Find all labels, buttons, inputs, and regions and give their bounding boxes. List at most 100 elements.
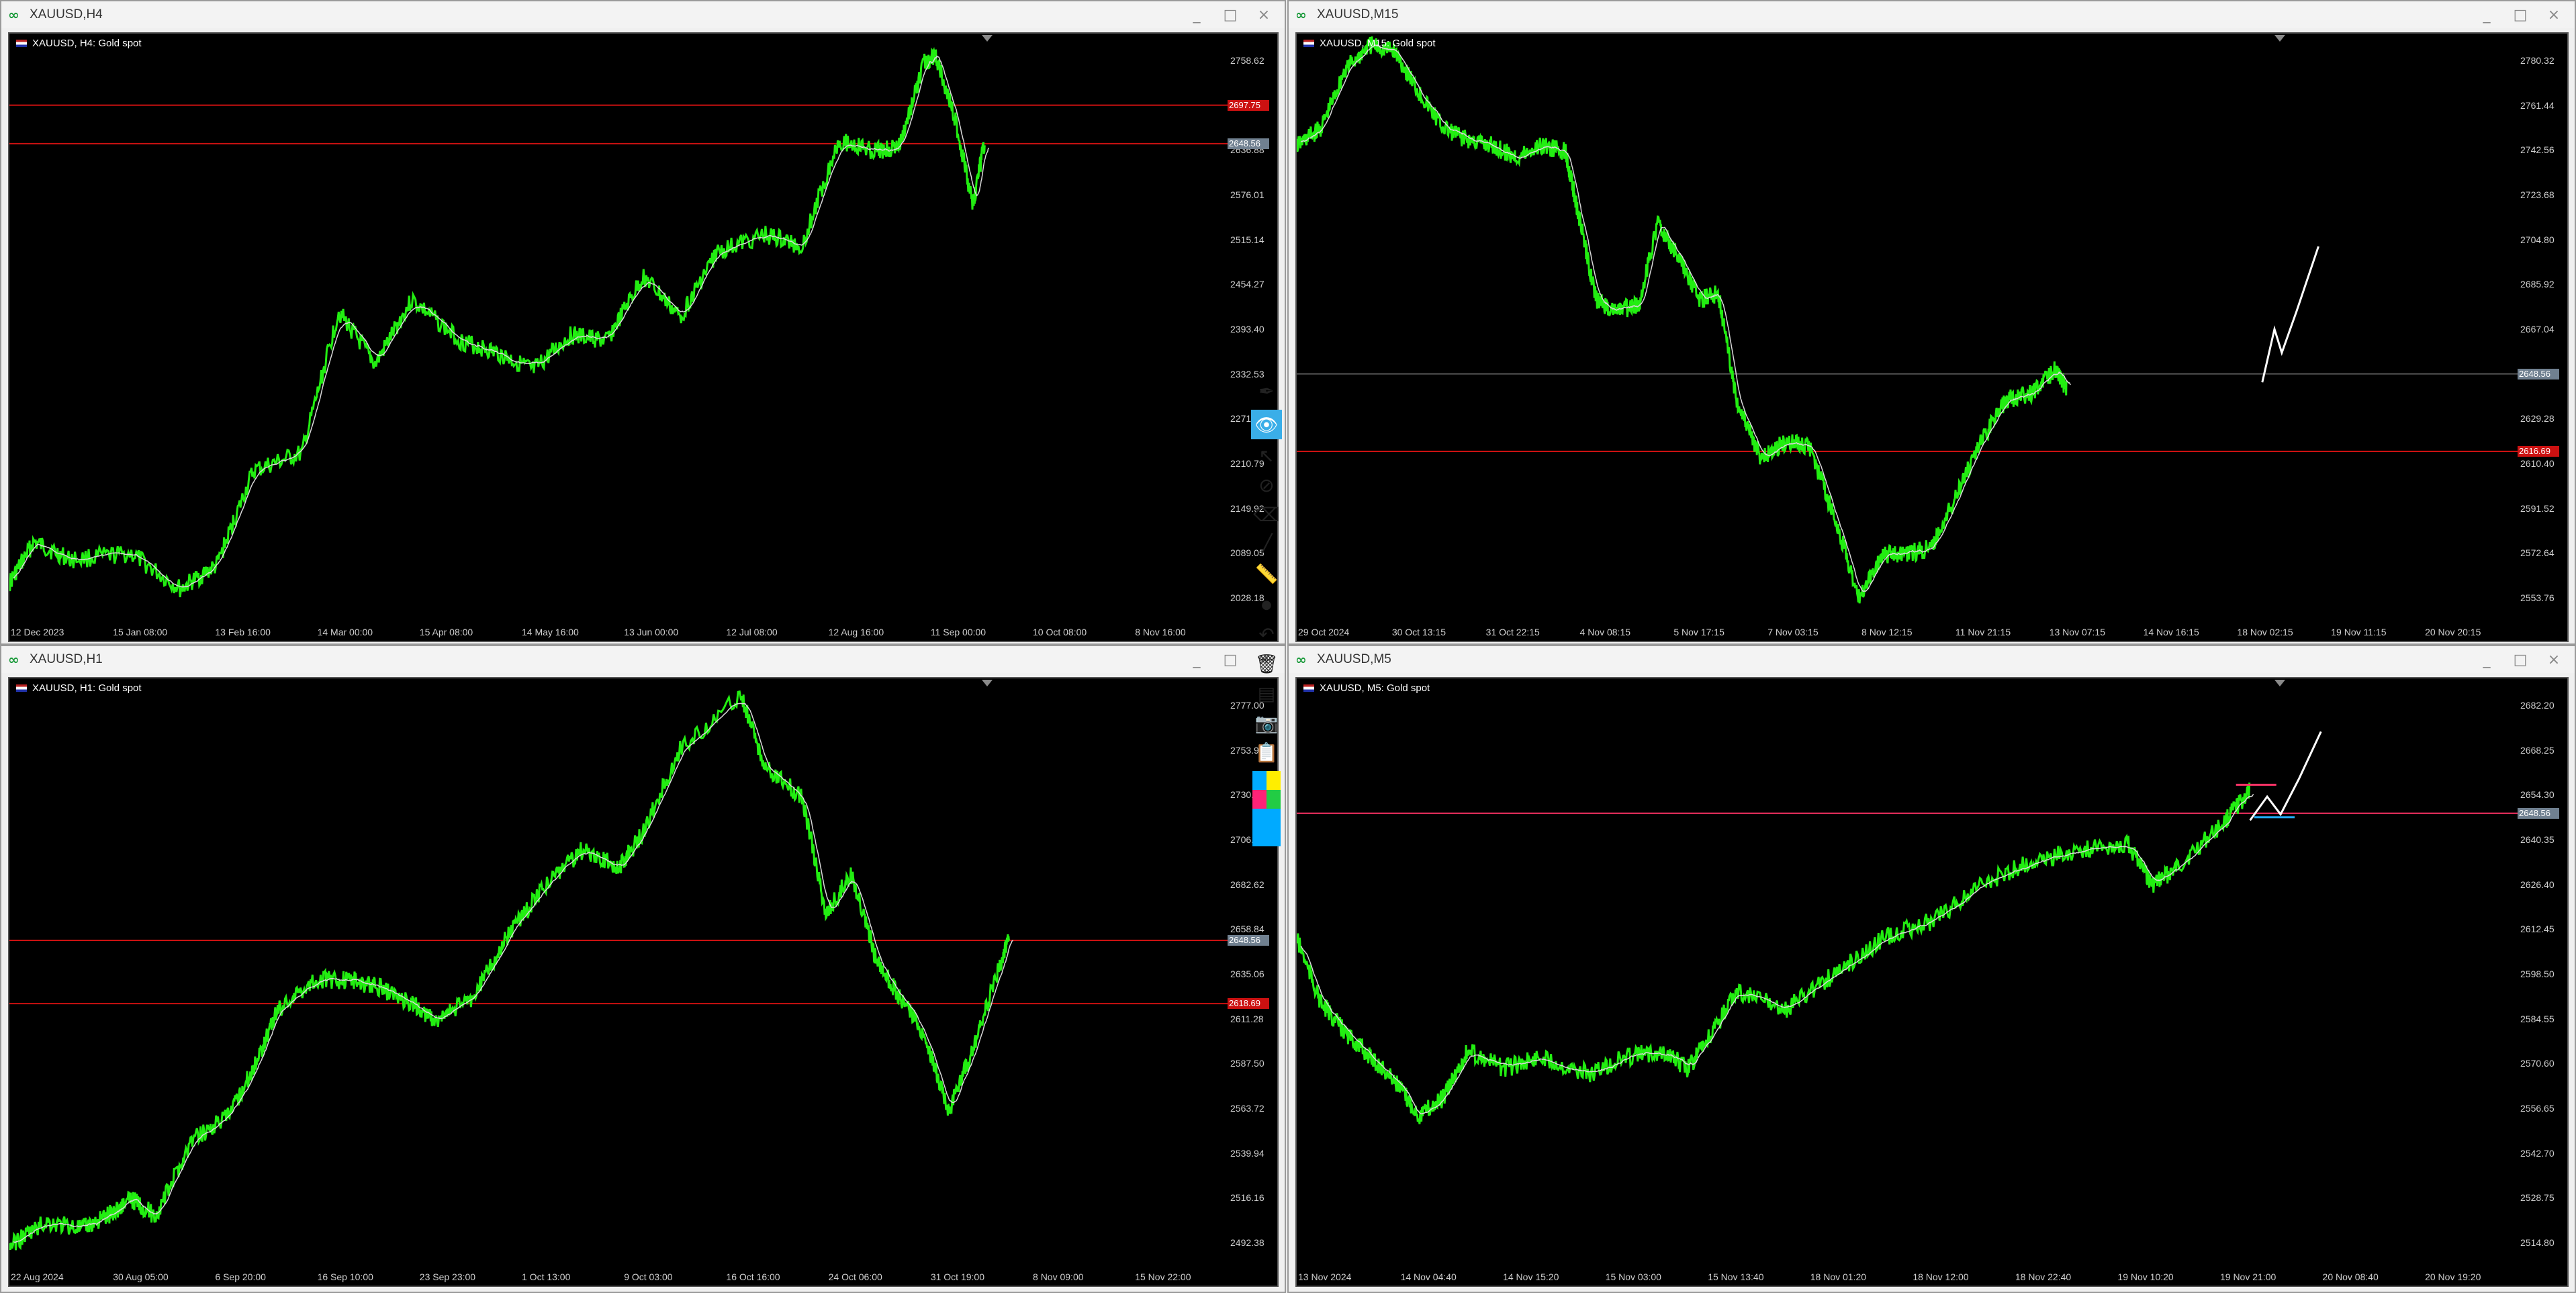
price-axis-label: 2553.76 — [2520, 592, 2555, 603]
close-button[interactable]: × — [1247, 1, 1281, 28]
scroll-marker-icon[interactable] — [2274, 35, 2285, 42]
color-palette[interactable] — [1252, 771, 1281, 846]
flag-icon — [16, 684, 27, 692]
time-axis-label: 24 Oct 06:00 — [828, 1272, 882, 1282]
window-titlebar[interactable]: ∞ XAUUSD,M15 _ □ × — [1289, 1, 2575, 28]
moving-average-line — [13, 55, 990, 588]
time-axis-label: 19 Nov 11:15 — [2331, 627, 2387, 637]
minimize-button[interactable]: _ — [1180, 1, 1213, 28]
chart-canvas — [1297, 36, 2519, 604]
window-titlebar[interactable]: ∞ XAUUSD,M5 _ □ × — [1289, 646, 2575, 673]
color-swatch-yellow[interactable] — [1267, 771, 1281, 790]
time-axis-label: 16 Sep 10:00 — [317, 1272, 373, 1282]
color-swatch-blue[interactable] — [1252, 771, 1267, 790]
price-axis-label: 2635.06 — [1230, 969, 1264, 979]
projection-line[interactable] — [2249, 731, 2322, 821]
scroll-marker-icon[interactable] — [982, 680, 993, 686]
chart-window-h4[interactable]: ∞ XAUUSD,H4 _ □ × XAUUSD, H4: Gold spot … — [0, 0, 1286, 645]
time-axis-label: 13 Nov 07:15 — [2049, 627, 2106, 637]
projection-line[interactable] — [2261, 246, 2319, 383]
color-swatch-green[interactable] — [1267, 790, 1281, 809]
price-axis-label: 2761.44 — [2520, 99, 2555, 111]
price-axis[interactable]: 2780.32 2761.44 2742.56 2723.68 2704.80 2685.… — [2516, 34, 2567, 641]
price-line — [1297, 36, 2068, 604]
time-axis-label: 19 Nov 21:00 — [2219, 1272, 2276, 1282]
price-chart[interactable]: XAUUSD, M15: Gold spot 2780.32 2761.44 274… — [1295, 32, 2569, 642]
minimize-button[interactable]: _ — [1180, 646, 1213, 673]
app-logo-icon: ∞ — [1295, 7, 1307, 23]
time-axis[interactable]: 13 Nov 2024 14 Nov 04:40 14 Nov 15:20 15 No… — [1297, 1268, 2516, 1286]
trash-icon[interactable]: 🗑 — [1251, 649, 1282, 678]
chart-canvas — [9, 690, 1229, 1251]
price-axis-label: 2742.56 — [2520, 144, 2555, 156]
time-axis-label: 7 Nov 03:15 — [1767, 627, 1819, 637]
chart-window-m5[interactable]: ∞ XAUUSD,M5 _ □ × XAUUSD, M5: Gold spot … — [1287, 645, 2576, 1293]
scroll-marker-icon[interactable] — [2274, 680, 2285, 686]
price-axis-label: 2685.92 — [2520, 279, 2555, 290]
clipboard-icon[interactable]: 📋 — [1251, 738, 1282, 767]
time-axis[interactable]: 12 Dec 2023 15 Jan 08:00 13 Feb 16:00 14 Ma… — [9, 623, 1226, 641]
maximize-button[interactable]: □ — [1213, 646, 1247, 673]
cursor-icon[interactable]: ↖ — [1251, 441, 1282, 470]
price-axis-label: 2723.68 — [2520, 189, 2555, 200]
scroll-marker-icon[interactable] — [982, 35, 993, 42]
price-axis-label: 2668.25 — [2520, 744, 2555, 756]
chart-canvas — [9, 47, 1229, 598]
symbol-info-text: XAUUSD, H4: Gold spot — [32, 38, 142, 49]
maximize-button[interactable]: □ — [2503, 1, 2537, 28]
color-swatch-pink[interactable] — [1252, 790, 1267, 809]
time-axis-label: 16 Oct 16:00 — [726, 1272, 780, 1282]
time-axis-label: 22 Aug 2024 — [11, 1272, 64, 1282]
minimize-button[interactable]: _ — [2470, 1, 2503, 28]
maximize-button[interactable]: □ — [1213, 1, 1247, 28]
time-axis-label: 15 Apr 08:00 — [419, 627, 473, 637]
hide-icon[interactable]: ⊘ — [1251, 470, 1282, 500]
time-axis-label: 14 Nov 04:40 — [1400, 1272, 1457, 1282]
time-axis-label: 1 Oct 13:00 — [522, 1272, 571, 1282]
price-axis-label: 2556.65 — [2520, 1103, 2555, 1114]
window-titlebar[interactable]: ∞ XAUUSD,H4 _ □ × — [1, 1, 1285, 28]
time-axis-label: 14 Nov 16:15 — [2143, 627, 2199, 637]
time-axis-label: 12 Dec 2023 — [11, 627, 64, 637]
chart-window-h1[interactable]: ∞ XAUUSD,H1 _ □ × XAUUSD, H1: Gold spot … — [0, 645, 1286, 1293]
color-swatch-blue-2[interactable] — [1252, 809, 1281, 846]
screenshot-icon[interactable]: 📷 — [1251, 708, 1282, 738]
price-chart[interactable]: XAUUSD, M5: Gold spot 2682.20 2668.25 2654… — [1295, 677, 2569, 1287]
window-titlebar[interactable]: ∞ XAUUSD,H1 _ □ × — [1, 646, 1285, 673]
time-axis-label: 15 Nov 13:40 — [1708, 1272, 1764, 1282]
maximize-button[interactable]: □ — [2503, 646, 2537, 673]
line-icon[interactable]: ╱ — [1251, 529, 1282, 559]
time-axis-label: 30 Oct 13:15 — [1391, 627, 1446, 637]
flag-icon — [16, 40, 27, 47]
price-axis-label: 2570.60 — [2520, 1058, 2555, 1069]
chart-window-m15[interactable]: ∞ XAUUSD,M15 _ □ × XAUUSD, M15: Gold spo… — [1287, 0, 2576, 645]
close-button[interactable]: × — [2537, 646, 2571, 673]
eraser-icon[interactable]: ⌫ — [1251, 500, 1282, 529]
eye-icon[interactable]: 👁 — [1251, 410, 1282, 439]
price-axis[interactable]: 2682.20 2668.25 2654.30 2640.35 2626.40 2612.… — [2516, 678, 2567, 1286]
undo-icon[interactable]: ↶ — [1251, 619, 1282, 649]
time-axis[interactable]: 29 Oct 2024 30 Oct 13:15 31 Oct 22:15 4 Nov… — [1297, 623, 2516, 641]
time-axis-label: 20 Nov 19:20 — [2425, 1272, 2481, 1282]
stack-icon[interactable]: ▤ — [1251, 678, 1282, 708]
ruler-icon[interactable]: 📏 — [1251, 559, 1282, 588]
close-button[interactable]: × — [2537, 1, 2571, 28]
app-logo-icon: ∞ — [8, 7, 19, 23]
price-axis-label: 2704.80 — [2520, 234, 2555, 245]
symbol-info-text: XAUUSD, H1: Gold spot — [32, 682, 142, 694]
price-axis-label: 2516.16 — [1230, 1192, 1264, 1204]
minimize-button[interactable]: _ — [2470, 646, 2503, 673]
price-axis-label: 2654.30 — [2520, 789, 2555, 801]
dot-icon[interactable]: ● — [1251, 590, 1282, 619]
price-chart[interactable]: XAUUSD, H1: Gold spot 2777.00 2753.96 2730… — [8, 677, 1279, 1287]
price-axis-label: 2393.40 — [1230, 324, 1264, 335]
price-tag: 2648.56 — [1228, 934, 1269, 946]
price-chart[interactable]: XAUUSD, H4: Gold spot 2758.622697.752636… — [8, 32, 1279, 642]
time-axis-label: 18 Nov 22:40 — [2015, 1272, 2072, 1282]
pen-icon[interactable]: ✒ — [1251, 376, 1282, 406]
time-axis[interactable]: 22 Aug 2024 30 Aug 05:00 6 Sep 20:00 16 Sep… — [9, 1268, 1226, 1286]
price-axis-label: 2454.27 — [1230, 279, 1264, 290]
price-axis-label: 2591.52 — [2520, 502, 2555, 514]
time-axis-label: 14 May 16:00 — [522, 627, 579, 637]
moving-average-line — [1300, 44, 2071, 592]
